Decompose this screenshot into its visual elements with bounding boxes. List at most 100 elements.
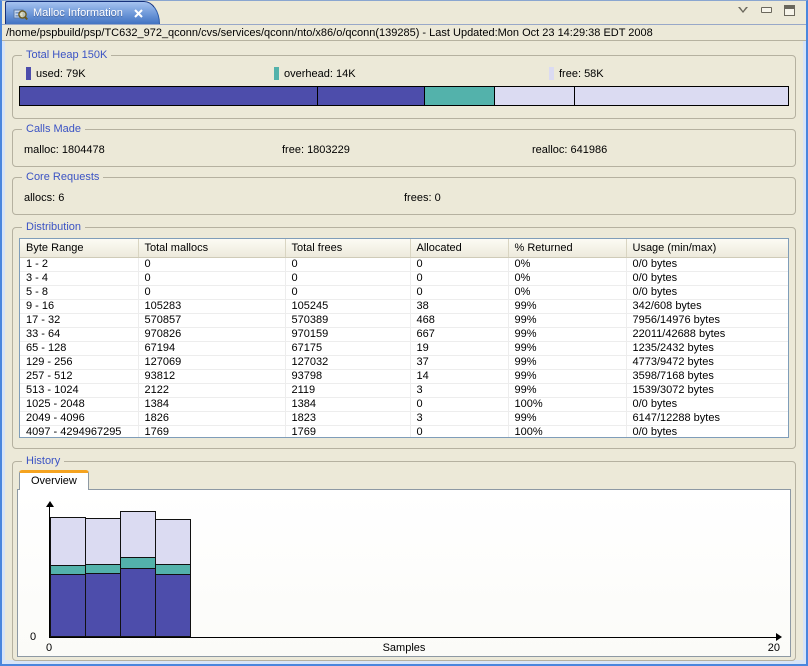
col-total-mallocs[interactable]: Total mallocs <box>138 239 285 257</box>
table-cell: 1 - 2 <box>20 257 138 271</box>
table-row[interactable]: 65 - 12867194671751999%1235/2432 bytes <box>20 341 788 355</box>
table-cell: 570389 <box>285 313 410 327</box>
table-cell: 468 <box>410 313 508 327</box>
tab-malloc-information[interactable]: Malloc Information <box>5 1 160 24</box>
table-cell: 99% <box>508 313 626 327</box>
history-bar-sample-3 <box>155 519 191 637</box>
maximize-icon[interactable] <box>782 4 796 16</box>
history-bar-sample-1 <box>85 518 121 637</box>
distribution-table: Byte RangeTotal mallocsTotal freesAlloca… <box>20 239 788 438</box>
bar-2-free-segment <box>120 511 156 558</box>
table-cell: 100% <box>508 397 626 411</box>
table-cell: 38 <box>410 299 508 313</box>
table-row[interactable]: 1 - 20000%0/0 bytes <box>20 257 788 271</box>
table-cell: 0 <box>410 425 508 438</box>
table-cell: 19 <box>410 341 508 355</box>
col-usage-min-max[interactable]: Usage (min/max) <box>626 239 788 257</box>
malloc-info-content: Total Heap 150K used: 79Koverhead: 14Kfr… <box>2 41 806 661</box>
table-cell: 67194 <box>138 341 285 355</box>
history-title: History <box>22 455 64 467</box>
heap-segment-free-block-1 <box>494 87 575 105</box>
distribution-table-container[interactable]: Byte RangeTotal mallocsTotal freesAlloca… <box>19 238 789 438</box>
table-cell: 0 <box>410 257 508 271</box>
table-row[interactable]: 257 - 51293812937981499%3598/7168 bytes <box>20 369 788 383</box>
table-cell: 0% <box>508 285 626 299</box>
bar-1-used-segment <box>85 573 121 637</box>
table-cell: 2049 - 4096 <box>20 411 138 425</box>
table-cell: 1025 - 2048 <box>20 397 138 411</box>
table-row[interactable]: 2049 - 409618261823399%6147/12288 bytes <box>20 411 788 425</box>
col-returned[interactable]: % Returned <box>508 239 626 257</box>
table-cell: 65 - 128 <box>20 341 138 355</box>
calls-made-group: Calls Made malloc: 1804478free: 1803229r… <box>12 129 796 167</box>
col-total-frees[interactable]: Total frees <box>285 239 410 257</box>
table-cell: 0% <box>508 257 626 271</box>
distribution-header-row: Byte RangeTotal mallocsTotal freesAlloca… <box>20 239 788 257</box>
allocs-stat: allocs: 6 <box>24 192 404 204</box>
history-bars <box>50 511 191 637</box>
calls-made-title: Calls Made <box>22 123 85 135</box>
table-row[interactable]: 3 - 40000%0/0 bytes <box>20 271 788 285</box>
view-toolbar <box>736 1 806 16</box>
heap-segment-free-block-2 <box>574 87 788 105</box>
table-cell: 99% <box>508 369 626 383</box>
table-row[interactable]: 1025 - 2048138413840100%0/0 bytes <box>20 397 788 411</box>
view-menu-icon[interactable] <box>736 4 750 16</box>
table-cell: 970826 <box>138 327 285 341</box>
table-cell: 0 <box>410 271 508 285</box>
table-row[interactable]: 513 - 102421222119399%1539/3072 bytes <box>20 383 788 397</box>
table-cell: 0 <box>138 285 285 299</box>
bar-1-free-segment <box>85 518 121 565</box>
table-cell: 99% <box>508 383 626 397</box>
table-row[interactable]: 33 - 6497082697015966799%22011/42688 byt… <box>20 327 788 341</box>
table-cell: 1539/3072 bytes <box>626 383 788 397</box>
core-requests-group: Core Requests allocs: 6frees: 0 <box>12 177 796 215</box>
distribution-title: Distribution <box>22 221 85 233</box>
table-cell: 105245 <box>285 299 410 313</box>
heap-legend: used: 79Koverhead: 14Kfree: 58K <box>13 56 795 80</box>
col-byte-range[interactable]: Byte Range <box>20 239 138 257</box>
free-stat: free: 1803229 <box>282 144 532 156</box>
table-cell: 0/0 bytes <box>626 257 788 271</box>
table-cell: 100% <box>508 425 626 438</box>
table-cell: 0/0 bytes <box>626 397 788 411</box>
minimize-icon[interactable] <box>759 4 773 16</box>
bar-3-free-segment <box>155 519 191 565</box>
table-row[interactable]: 129 - 2561270691270323799%4773/9472 byte… <box>20 355 788 369</box>
legend-free-label: free: 58K <box>559 68 604 80</box>
table-cell: 0 <box>285 271 410 285</box>
table-cell: 99% <box>508 341 626 355</box>
history-chart-panel: 0 0 Samples 20 <box>17 489 791 657</box>
bar-2-used-segment <box>120 568 156 637</box>
table-row[interactable]: 17 - 3257085757038946899%7956/14976 byte… <box>20 313 788 327</box>
table-cell: 93812 <box>138 369 285 383</box>
table-cell: 0% <box>508 271 626 285</box>
table-cell: 99% <box>508 327 626 341</box>
table-row[interactable]: 9 - 161052831052453899%342/608 bytes <box>20 299 788 313</box>
table-cell: 1769 <box>138 425 285 438</box>
table-cell: 22011/42688 bytes <box>626 327 788 341</box>
target-path-bar: /home/pspbuild/psp/TC632_972_qconn/cvs/s… <box>2 24 806 41</box>
history-group: History Overview 0 0 Samples 20 <box>12 461 796 661</box>
bar-0-free-segment <box>50 517 86 566</box>
col-allocated[interactable]: Allocated <box>410 239 508 257</box>
realloc-stat: realloc: 641986 <box>532 144 795 156</box>
table-cell: 127069 <box>138 355 285 369</box>
table-row[interactable]: 4097 - 4294967295176917690100%0/0 bytes <box>20 425 788 438</box>
tab-overview[interactable]: Overview <box>19 470 89 490</box>
table-cell: 0/0 bytes <box>626 425 788 438</box>
tab-close-icon[interactable] <box>132 7 145 20</box>
bar-3-used-segment <box>155 574 191 637</box>
table-cell: 0 <box>138 271 285 285</box>
table-cell: 970159 <box>285 327 410 341</box>
table-cell: 667 <box>410 327 508 341</box>
table-cell: 99% <box>508 299 626 313</box>
table-cell: 342/608 bytes <box>626 299 788 313</box>
table-cell: 0 <box>410 285 508 299</box>
table-cell: 0 <box>285 257 410 271</box>
table-cell: 127032 <box>285 355 410 369</box>
table-row[interactable]: 5 - 80000%0/0 bytes <box>20 285 788 299</box>
table-cell: 2122 <box>138 383 285 397</box>
table-cell: 0 <box>410 397 508 411</box>
overhead-swatch-icon <box>274 67 279 80</box>
